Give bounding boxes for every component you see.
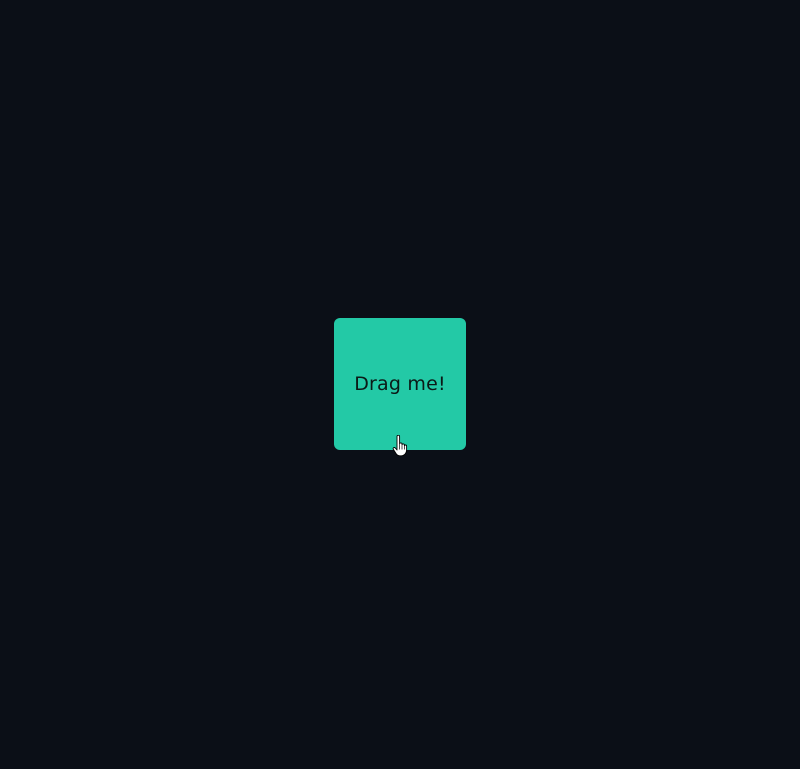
draggable-label: Drag me!	[354, 373, 446, 395]
drag-area: Drag me!	[0, 0, 800, 769]
draggable-box[interactable]: Drag me!	[334, 318, 466, 450]
